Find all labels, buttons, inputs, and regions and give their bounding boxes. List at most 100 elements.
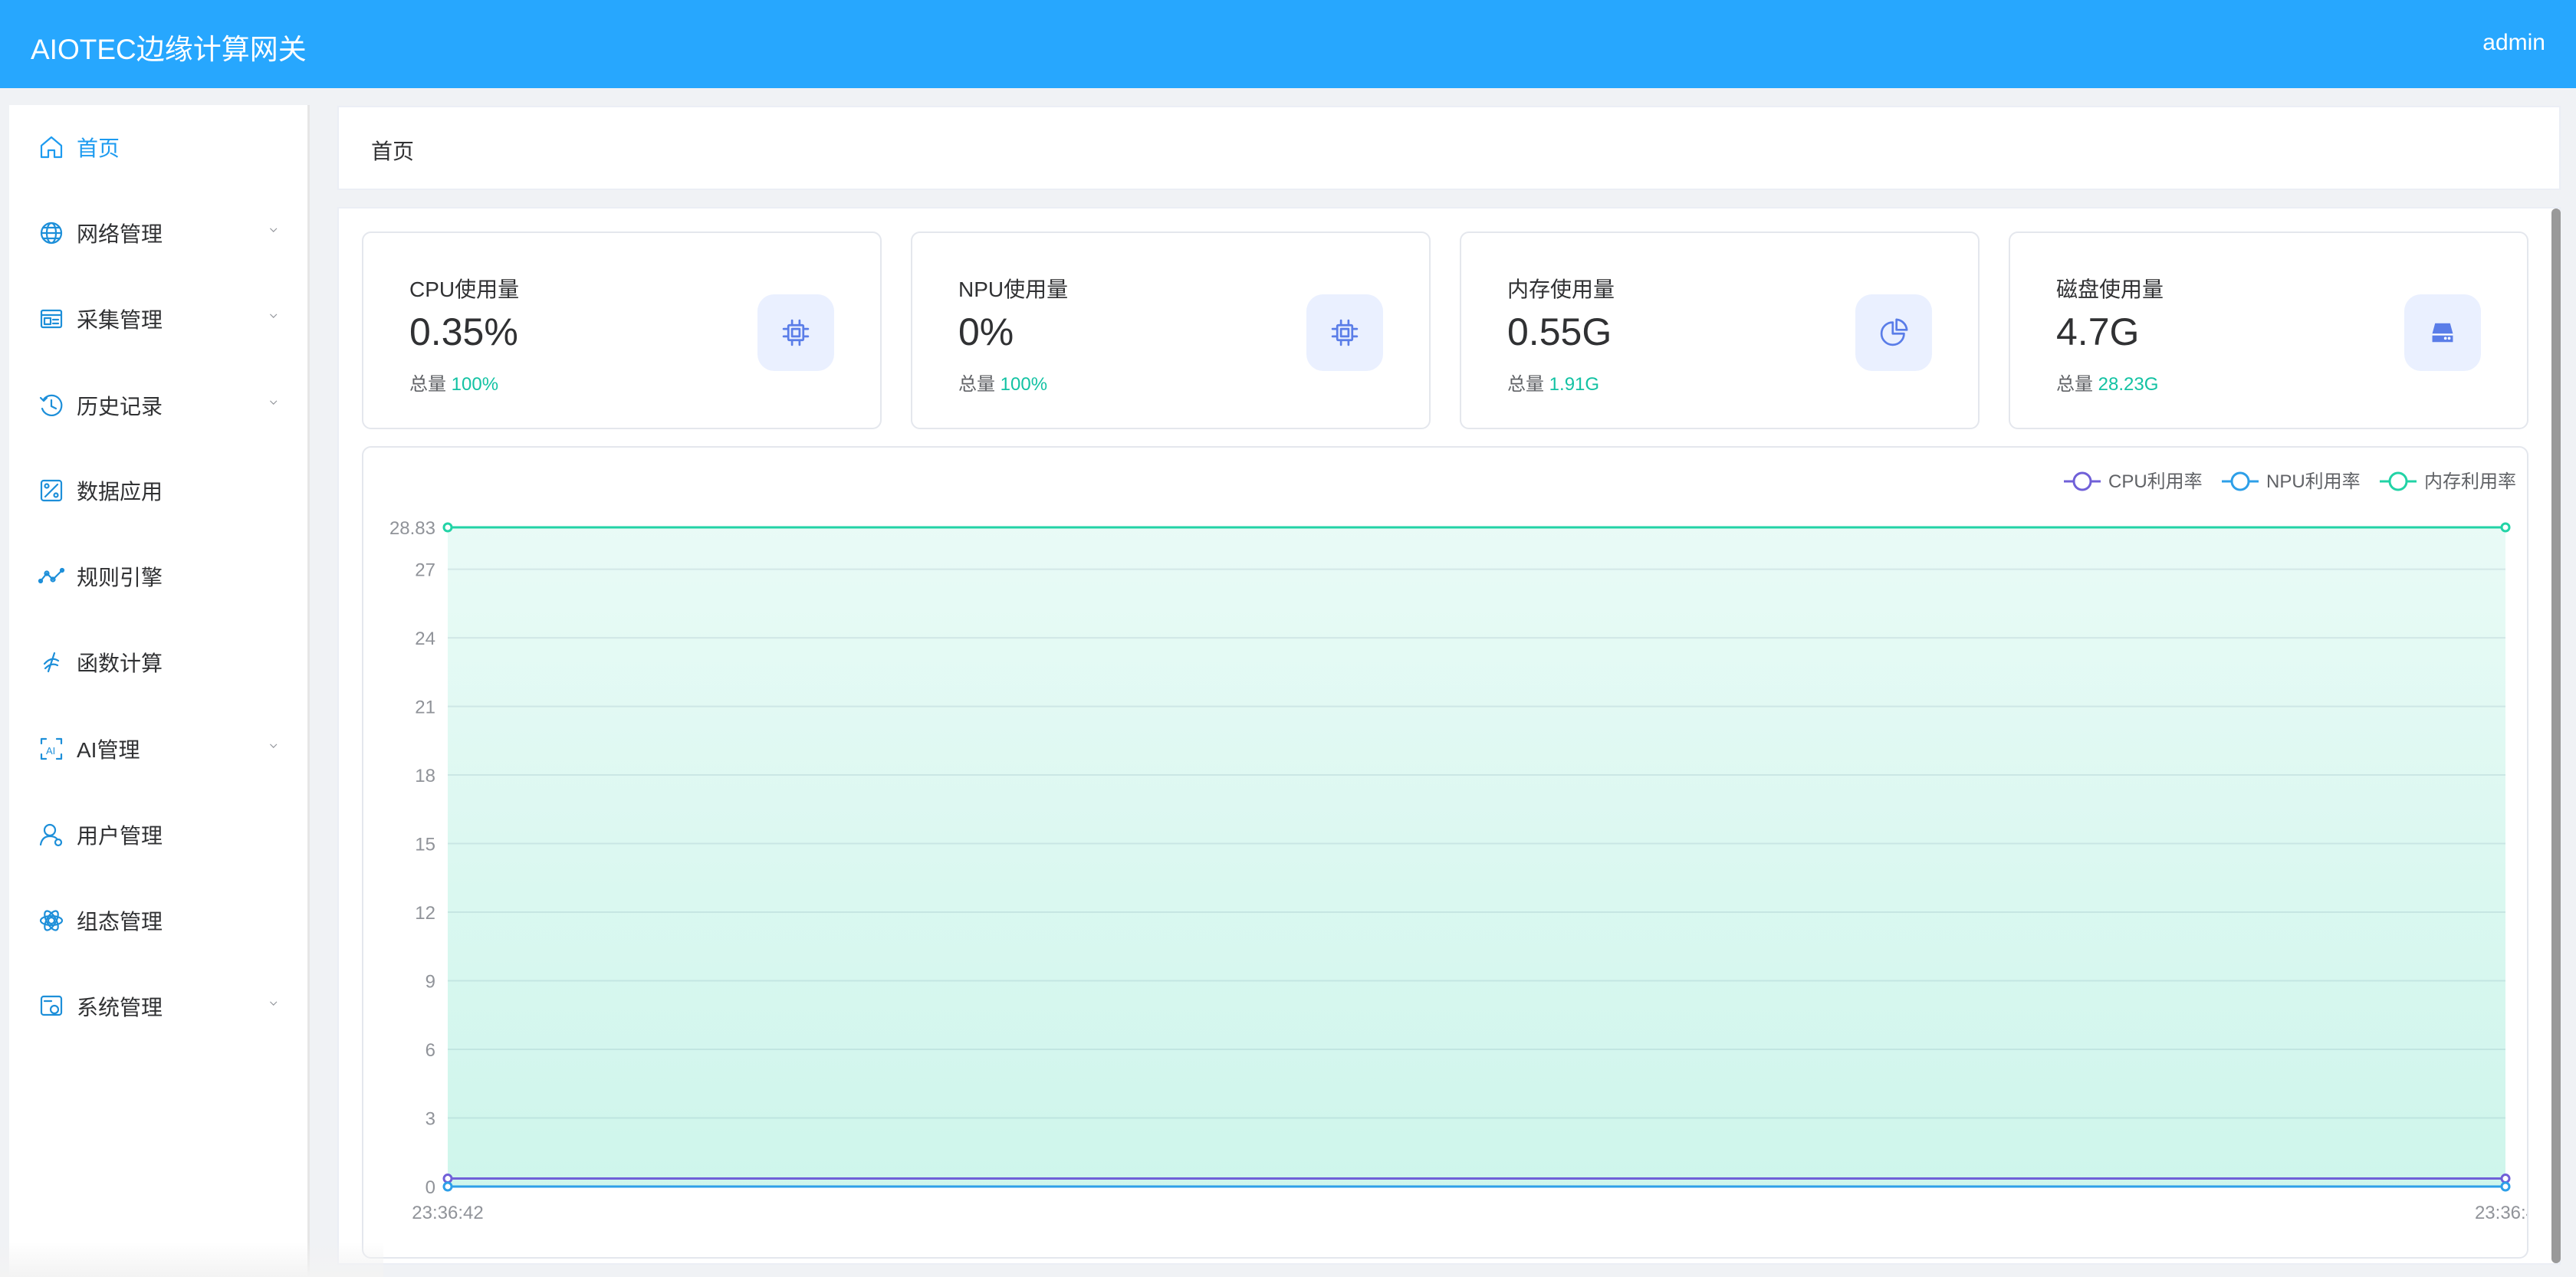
sidebar-item-8[interactable]: 用户管理 xyxy=(9,800,310,869)
card-total-label: 总量 xyxy=(409,374,446,395)
y-tick-label: 27 xyxy=(415,560,435,581)
card-title: 磁盘使用量 xyxy=(2056,277,2164,301)
card-value: 0.35% xyxy=(409,310,518,353)
data-point xyxy=(2500,1174,2511,1184)
globe-icon xyxy=(38,219,65,247)
system-icon xyxy=(38,993,65,1020)
disk-icon xyxy=(2404,294,2481,371)
sidebar-item-label: 系统管理 xyxy=(77,996,163,1019)
legend-label: CPU利用率 xyxy=(2108,471,2203,492)
data-point xyxy=(2500,522,2511,533)
sidebar-item-label: 首页 xyxy=(77,136,120,160)
data-point xyxy=(2500,1181,2511,1192)
legend-marker xyxy=(2072,471,2092,491)
user-icon xyxy=(38,821,65,849)
card-total-label: 总量 xyxy=(958,374,995,395)
sidebar-item-label: 采集管理 xyxy=(77,308,163,332)
sidebar-item-0[interactable]: 首页 xyxy=(9,113,310,182)
sidebar-item-label: 函数计算 xyxy=(77,652,163,675)
x-tick-label: 23:36:4 xyxy=(2475,1203,2527,1223)
card-value: 0% xyxy=(958,310,1014,353)
sidebar-item-label: 组态管理 xyxy=(77,910,163,934)
chevron-down-icon[interactable] xyxy=(268,740,285,757)
sidebar-item-label: 规则引擎 xyxy=(77,566,163,589)
sidebar-item-2[interactable]: 采集管理 xyxy=(9,284,310,353)
card-total-value: 100% xyxy=(1000,374,1048,395)
chevron-down-icon[interactable] xyxy=(268,225,285,241)
card-total: 总量 100% xyxy=(958,369,1047,396)
chip-icon xyxy=(1306,294,1383,371)
npu-usage-card: NPU使用量 0% 总量 100% xyxy=(911,231,1431,429)
y-tick-label: 12 xyxy=(415,903,435,924)
card-total-label: 总量 xyxy=(1507,374,1544,395)
data-point xyxy=(442,522,453,533)
y-tick-label: 18 xyxy=(415,766,435,786)
legend-label: 内存利用率 xyxy=(2424,471,2516,492)
breadcrumb-home[interactable]: 首页 xyxy=(371,135,414,166)
chevron-down-icon[interactable] xyxy=(268,397,285,414)
card-title: 内存使用量 xyxy=(1507,277,1615,301)
sidebar-item-label: 网络管理 xyxy=(77,222,163,246)
y-tick-label: 24 xyxy=(415,629,435,649)
y-tick-label: 3 xyxy=(426,1109,435,1130)
bottom-shadow xyxy=(0,1242,383,1277)
y-tick-label: 0 xyxy=(426,1177,435,1198)
memory-usage-card: 内存使用量 0.55G 总量 1.91G xyxy=(1460,231,1980,429)
card-value: 4.7G xyxy=(2056,310,2140,353)
y-tick-label: 21 xyxy=(415,698,435,718)
chip-icon xyxy=(757,294,834,371)
sidebar-item-10[interactable]: 系统管理 xyxy=(9,972,310,1041)
sidebar-item-label: AI管理 xyxy=(77,738,140,762)
ai-icon: AI xyxy=(38,735,65,763)
sidebar-item-5[interactable]: 规则引擎 xyxy=(9,542,310,611)
top-header: AIOTEC边缘计算网关 admin xyxy=(0,0,2576,88)
rule-engine-icon xyxy=(38,563,65,590)
configuration-icon xyxy=(38,907,65,934)
disk-usage-card: 磁盘使用量 4.7G 总量 28.23G xyxy=(2009,231,2528,429)
chevron-down-icon[interactable] xyxy=(268,998,285,1015)
y-tick-label: 15 xyxy=(415,835,435,855)
scrollbar[interactable] xyxy=(2551,208,2561,1263)
legend-marker xyxy=(2388,471,2408,491)
sidebar-item-3[interactable]: 历史记录 xyxy=(9,371,310,440)
sidebar-item-6[interactable]: 函数计算 xyxy=(9,628,310,697)
sidebar-item-1[interactable]: 网络管理 xyxy=(9,199,310,268)
user-menu[interactable]: admin xyxy=(2482,30,2545,56)
x-tick-label: 23:36:42 xyxy=(412,1203,483,1223)
breadcrumb: 首页 xyxy=(337,106,2561,190)
card-total-value: 100% xyxy=(451,374,499,395)
svg-text:AI: AI xyxy=(46,745,55,757)
sidebar-item-9[interactable]: 组态管理 xyxy=(9,886,310,955)
card-total-label: 总量 xyxy=(2056,374,2093,395)
data-point xyxy=(442,1174,453,1184)
card-value: 0.55G xyxy=(1507,310,1612,353)
card-total: 总量 1.91G xyxy=(1507,369,1599,396)
sidebar-item-label: 历史记录 xyxy=(77,395,163,419)
y-tick-label: 6 xyxy=(426,1040,435,1061)
app-title: AIOTEC边缘计算网关 xyxy=(31,34,307,65)
card-total-value: 1.91G xyxy=(1549,374,1600,395)
chart-svg: 0 3 6 9 12 15 18 21 24 27 28.83 23:36:42 23:36:4 CPU利… xyxy=(389,471,2536,1223)
legend-label: NPU利用率 xyxy=(2266,471,2361,492)
sidebar-item-label: 用户管理 xyxy=(77,824,163,848)
card-total-value: 28.23G xyxy=(2098,374,2159,395)
data-app-icon xyxy=(38,477,65,504)
cpu-usage-card: CPU使用量 0.35% 总量 100% xyxy=(362,231,882,429)
sidebar-item-4[interactable]: 数据应用 xyxy=(9,456,310,525)
collection-icon xyxy=(38,305,65,333)
chevron-down-icon[interactable] xyxy=(268,310,285,327)
home-icon xyxy=(38,133,65,161)
legend-marker xyxy=(2230,471,2250,491)
card-title: NPU使用量 xyxy=(958,277,1069,301)
utilization-chart: 0 3 6 9 12 15 18 21 24 27 28.83 23:36:42 23:36:4 CPU利… xyxy=(362,446,2536,1259)
memory-area xyxy=(448,527,2505,1187)
sidebar-item-label: 数据应用 xyxy=(77,480,163,504)
card-total: 总量 100% xyxy=(409,369,498,396)
sidebar: 首页网络管理采集管理历史记录数据应用规则引擎函数计算 AI AI管理用户管理组态管理… xyxy=(9,105,310,1277)
y-tick-label: 28.83 xyxy=(389,518,435,539)
function-icon xyxy=(38,648,65,676)
pie-icon xyxy=(1855,294,1932,371)
card-total: 总量 28.23G xyxy=(2056,369,2158,396)
sidebar-item-7[interactable]: AI AI管理 xyxy=(9,714,310,783)
history-icon xyxy=(38,392,65,419)
